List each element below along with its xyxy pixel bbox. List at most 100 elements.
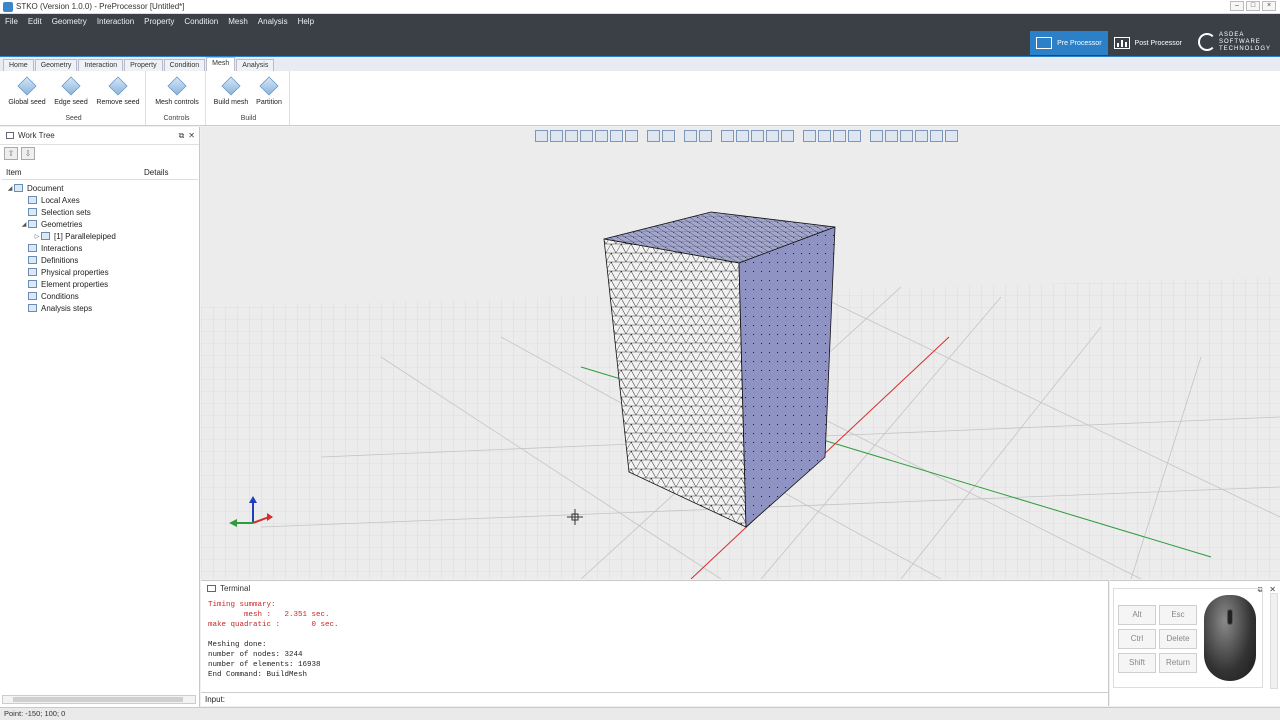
view-top-icon[interactable] bbox=[610, 130, 623, 142]
menu-geometry[interactable]: Geometry bbox=[47, 17, 92, 26]
tree-icon bbox=[6, 132, 14, 139]
layers-icon[interactable] bbox=[721, 130, 734, 142]
tab-interaction[interactable]: Interaction bbox=[78, 59, 124, 71]
tree-item-conditions[interactable]: Conditions bbox=[0, 290, 198, 302]
select-vertex-icon[interactable] bbox=[870, 130, 883, 142]
expander-icon[interactable]: ◢ bbox=[20, 221, 28, 228]
render-mode-icon[interactable] bbox=[766, 130, 779, 142]
scene-canvas[interactable] bbox=[201, 127, 1280, 579]
ribbon-group-controls: Mesh controls Controls bbox=[148, 71, 206, 125]
view-back-icon[interactable] bbox=[565, 130, 578, 142]
menu-condition[interactable]: Condition bbox=[179, 17, 223, 26]
menu-file[interactable]: File bbox=[0, 17, 23, 26]
terminal-output: Timing summary: mesh : 2.351 sec. make qu… bbox=[208, 600, 339, 680]
helper-scrollbar[interactable] bbox=[1270, 593, 1278, 689]
select-solid-icon[interactable] bbox=[915, 130, 928, 142]
zoom-fit-icon[interactable] bbox=[684, 130, 697, 142]
maximize-button[interactable]: □ bbox=[1246, 1, 1260, 11]
light-icon[interactable] bbox=[848, 130, 861, 142]
post-processor-button[interactable]: Post Processor bbox=[1108, 31, 1188, 55]
tree-item-parallelepiped[interactable]: ▷ [1] Parallelepiped bbox=[0, 230, 198, 242]
logo-mark-icon bbox=[1198, 33, 1216, 51]
display-edges-icon[interactable] bbox=[833, 130, 846, 142]
geometries-icon bbox=[28, 220, 37, 228]
tab-analysis[interactable]: Analysis bbox=[236, 59, 275, 71]
menu-help[interactable]: Help bbox=[293, 17, 319, 26]
global-seed-button[interactable]: Global seed bbox=[8, 76, 46, 106]
wireframe-icon[interactable] bbox=[781, 130, 794, 142]
tree-item-selection-sets[interactable]: Selection sets bbox=[0, 206, 198, 218]
view-bottom-icon[interactable] bbox=[625, 130, 638, 142]
close-button[interactable]: × bbox=[1262, 1, 1276, 11]
column-item[interactable]: Item bbox=[2, 168, 140, 179]
physical-properties-icon bbox=[28, 268, 37, 276]
input-label: Input: bbox=[205, 695, 226, 704]
pre-processor-button[interactable]: Pre Processor bbox=[1030, 31, 1108, 55]
tree-item-document[interactable]: ◢ Document bbox=[0, 182, 198, 194]
ctrl-key: Ctrl bbox=[1118, 629, 1156, 649]
axes-toggle-icon[interactable] bbox=[751, 130, 764, 142]
list-icon[interactable] bbox=[736, 130, 749, 142]
remove-seed-button[interactable]: Remove seed bbox=[95, 76, 141, 106]
selection-sets-icon bbox=[28, 208, 37, 216]
display-surface-icon[interactable] bbox=[818, 130, 831, 142]
tree-item-local-axes[interactable]: Local Axes bbox=[0, 194, 198, 206]
partition-icon bbox=[259, 76, 279, 96]
move-up-button[interactable]: ⇧ bbox=[4, 147, 18, 160]
3d-viewport[interactable] bbox=[201, 127, 1280, 579]
terminal-panel: Terminal Timing summary: mesh : 2.351 se… bbox=[201, 580, 1109, 706]
view-left-icon[interactable] bbox=[580, 130, 593, 142]
display-mesh-icon[interactable] bbox=[803, 130, 816, 142]
expander-icon[interactable]: ◢ bbox=[6, 185, 14, 192]
column-details[interactable]: Details bbox=[140, 168, 168, 179]
close-panel-icon[interactable]: ✕ bbox=[188, 131, 195, 141]
tab-property[interactable]: Property bbox=[124, 59, 163, 71]
tree-item-definitions[interactable]: Definitions bbox=[0, 254, 198, 266]
move-down-button[interactable]: ⇩ bbox=[21, 147, 35, 160]
menu-mesh[interactable]: Mesh bbox=[223, 17, 253, 26]
partition-button[interactable]: Partition bbox=[252, 76, 286, 106]
build-mesh-button[interactable]: Build mesh bbox=[212, 76, 250, 106]
tab-mesh[interactable]: Mesh bbox=[206, 57, 236, 71]
tree-item-analysis-steps[interactable]: Analysis steps bbox=[0, 302, 198, 314]
scrollbar-thumb[interactable] bbox=[13, 697, 183, 702]
tree-horizontal-scrollbar[interactable] bbox=[2, 695, 196, 704]
tree-item-element-properties[interactable]: Element properties bbox=[0, 278, 198, 290]
view-iso-icon[interactable] bbox=[535, 130, 548, 142]
tree-item-interactions[interactable]: Interactions bbox=[0, 242, 198, 254]
tree-item-geometries[interactable]: ◢ Geometries bbox=[0, 218, 198, 230]
zoom-icon[interactable] bbox=[699, 130, 712, 142]
menu-interaction[interactable]: Interaction bbox=[92, 17, 139, 26]
interactions-icon bbox=[28, 244, 37, 252]
select-edge-icon[interactable] bbox=[885, 130, 898, 142]
menu-edit[interactable]: Edit bbox=[23, 17, 47, 26]
orthographic-icon[interactable] bbox=[662, 130, 675, 142]
menu-analysis[interactable]: Analysis bbox=[253, 17, 293, 26]
view-front-icon[interactable] bbox=[550, 130, 563, 142]
perspective-icon[interactable] bbox=[647, 130, 660, 142]
terminal-line: number of elements: 16938 bbox=[208, 661, 321, 669]
float-panel-icon[interactable]: ⧉ bbox=[179, 131, 185, 141]
mouse-icon bbox=[1204, 595, 1256, 681]
select-all-icon[interactable] bbox=[945, 130, 958, 142]
command-input[interactable] bbox=[231, 694, 1109, 705]
window-controls: – □ × bbox=[1230, 1, 1276, 11]
select-face-icon[interactable] bbox=[900, 130, 913, 142]
view-toolbar bbox=[535, 130, 958, 142]
tab-home[interactable]: Home bbox=[3, 59, 34, 71]
tab-geometry[interactable]: Geometry bbox=[34, 59, 78, 71]
minimize-button[interactable]: – bbox=[1230, 1, 1244, 11]
tab-condition[interactable]: Condition bbox=[163, 59, 206, 71]
element-properties-icon bbox=[28, 280, 37, 288]
menu-property[interactable]: Property bbox=[139, 17, 179, 26]
view-right-icon[interactable] bbox=[595, 130, 608, 142]
select-interaction-icon[interactable] bbox=[930, 130, 943, 142]
chart-icon bbox=[1113, 37, 1130, 49]
alt-key: Alt bbox=[1118, 605, 1156, 625]
tree-item-physical-properties[interactable]: Physical properties bbox=[0, 266, 198, 278]
shift-key: Shift bbox=[1118, 653, 1156, 673]
mesh-controls-button[interactable]: Mesh controls bbox=[152, 76, 202, 106]
esc-key: Esc bbox=[1159, 605, 1197, 625]
expander-icon[interactable]: ▷ bbox=[33, 233, 41, 240]
edge-seed-button[interactable]: Edge seed bbox=[52, 76, 90, 106]
